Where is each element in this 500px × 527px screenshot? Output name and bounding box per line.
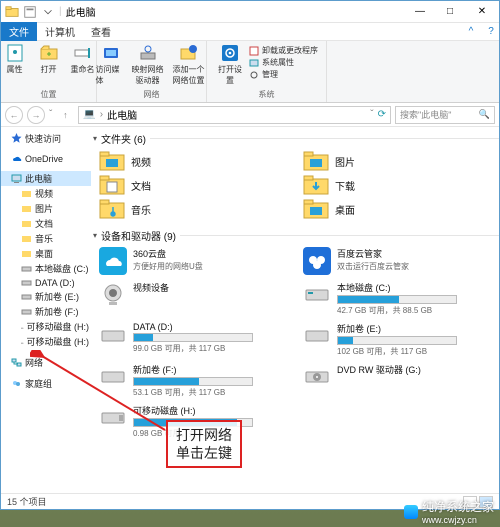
explorer-icon <box>5 5 19 19</box>
nav-network[interactable]: 网络 <box>1 355 91 370</box>
group-folders[interactable]: ▾ 文件夹 (6) <box>93 129 499 148</box>
ribbon-open-label: 打开 <box>41 64 57 75</box>
ribbon-uninstall-button[interactable]: 卸载或更改程序 <box>249 45 318 56</box>
window-title: 此电脑 <box>62 4 405 19</box>
explorer-window: | 此电脑 — □ ✕ 文件 计算机 查看 ^ ? 属性 打开 <box>0 0 500 510</box>
tab-computer[interactable]: 计算机 <box>37 22 83 41</box>
watermark-title: 纯净系统之家 <box>422 498 494 515</box>
nav-desktop[interactable]: 桌面 <box>1 246 91 261</box>
ribbon: 属性 打开 重命名 位置 访问媒体 <box>1 41 499 103</box>
tab-view[interactable]: 查看 <box>83 22 119 41</box>
nav-this-pc[interactable]: 此电脑 <box>1 171 91 186</box>
folder-downloads[interactable]: 下载 <box>303 174 499 196</box>
nav-onedrive[interactable]: OneDrive <box>1 152 91 165</box>
device-360cloud[interactable]: 360云盘方便好用的网络U盘 <box>99 247 295 275</box>
ribbon-open-settings-label: 打开设置 <box>215 64 245 86</box>
ribbon-sysprops-button[interactable]: 系统属性 <box>249 57 318 68</box>
ribbon-map-drive-label: 映射网络驱动器 <box>130 64 166 86</box>
main-pane: ▾ 文件夹 (6) 视频 图片 文档 下载 音乐 桌面 ▾ 设备和驱动器 (9) <box>91 127 499 493</box>
folder-videos[interactable]: 视频 <box>99 150 295 172</box>
ribbon-tabs: 文件 计算机 查看 ^ ? <box>1 23 499 41</box>
ribbon-group-location: 位置 <box>5 89 92 100</box>
usage-bar <box>133 377 253 386</box>
folder-pictures[interactable]: 图片 <box>303 150 499 172</box>
usage-bar <box>337 295 457 304</box>
ribbon-media-button[interactable]: 访问媒体 <box>96 43 126 86</box>
annotation-line2: 单击左键 <box>176 444 232 462</box>
ribbon-group-system: 系统 <box>211 89 322 100</box>
nav-homegroup[interactable]: 家庭组 <box>1 376 91 391</box>
nav-drive-removable-h[interactable]: 可移动磁盘 (H:) <box>1 334 91 349</box>
ribbon-media-label: 访问媒体 <box>96 64 126 86</box>
ribbon-open-settings-button[interactable]: 打开设置 <box>215 43 245 86</box>
address-field[interactable]: 💻 › 此电脑 ˇ ⟳ <box>78 106 391 124</box>
device-drive-f[interactable]: 新加卷 (F:)53.1 GB 可用，共 117 GB <box>99 363 295 398</box>
ribbon-manage-button[interactable]: 管理 <box>249 69 318 80</box>
breadcrumb-chev[interactable]: › <box>100 109 103 120</box>
chevron-down-icon: ▾ <box>93 134 97 143</box>
ribbon-collapse-button[interactable]: ^ <box>463 26 479 37</box>
title-bar: | 此电脑 — □ ✕ <box>1 1 499 23</box>
folder-music[interactable]: 音乐 <box>99 198 295 220</box>
usage-bar <box>337 336 457 345</box>
nav-back-button[interactable]: ← <box>5 106 23 124</box>
breadcrumb-thispc[interactable]: 此电脑 <box>107 107 137 122</box>
nav-drive-f[interactable]: 新加卷 (F:) <box>1 304 91 319</box>
device-baidu-cloud[interactable]: 百度云管家双击运行百度云管家 <box>303 247 499 275</box>
search-placeholder: 搜索"此电脑" <box>400 108 475 121</box>
qat-properties-icon[interactable] <box>23 5 37 19</box>
nav-pictures[interactable]: 图片 <box>1 201 91 216</box>
device-drive-c[interactable]: 本地磁盘 (C:)42.7 GB 可用，共 88.5 GB <box>303 281 499 316</box>
close-button[interactable]: ✕ <box>465 2 499 22</box>
chevron-down-icon: ▾ <box>93 231 97 240</box>
group-devices[interactable]: ▾ 设备和驱动器 (9) <box>93 226 499 245</box>
device-drive-d[interactable]: DATA (D:)99.0 GB 可用，共 117 GB <box>99 322 295 357</box>
watermark-logo-icon <box>404 505 418 519</box>
ribbon-map-drive-button[interactable]: 映射网络驱动器 <box>130 43 166 86</box>
nav-pane: 快速访问 OneDrive 此电脑 视频 图片 文档 音乐 桌面 本地磁盘 (C… <box>1 127 91 493</box>
address-dropdown-icon[interactable]: ˇ <box>370 109 373 120</box>
device-video[interactable]: 视频设备 <box>99 281 295 316</box>
tab-file[interactable]: 文件 <box>1 22 37 41</box>
minimize-button[interactable]: — <box>405 2 435 22</box>
ribbon-add-netloc-button[interactable]: 添加一个网络位置 <box>170 43 208 86</box>
nav-drive-h[interactable]: 可移动磁盘 (H:) <box>1 319 91 334</box>
device-drive-e[interactable]: 新加卷 (E:)102 GB 可用，共 117 GB <box>303 322 499 357</box>
status-item-count: 15 个项目 <box>7 495 47 508</box>
nav-music[interactable]: 音乐 <box>1 231 91 246</box>
annotation-callout: 打开网络 单击左键 <box>166 420 242 468</box>
ribbon-rename-label: 重命名 <box>71 64 95 75</box>
ribbon-rename-button[interactable]: 重命名 <box>68 43 98 75</box>
device-dvd-drive[interactable]: DVD RW 驱动器 (G:) <box>303 363 499 398</box>
search-input[interactable]: 搜索"此电脑" 🔍 <box>395 106 495 124</box>
thispc-icon: 💻 <box>83 109 95 120</box>
ribbon-group-network: 网络 <box>101 89 202 100</box>
watermark-url: www.cwjzy.cn <box>422 515 494 525</box>
help-button[interactable]: ? <box>483 26 499 37</box>
nav-drive-c[interactable]: 本地磁盘 (C:) <box>1 261 91 276</box>
nav-drive-d[interactable]: DATA (D:) <box>1 276 91 289</box>
ribbon-open-button[interactable]: 打开 <box>34 43 64 75</box>
nav-recents-button[interactable]: ˇ <box>49 109 52 120</box>
annotation-line1: 打开网络 <box>176 426 232 444</box>
nav-forward-button[interactable]: → <box>27 106 45 124</box>
watermark: 纯净系统之家 www.cwjzy.cn <box>404 498 494 525</box>
address-bar: ← → ˇ ↑ 💻 › 此电脑 ˇ ⟳ 搜索"此电脑" 🔍 <box>1 103 499 127</box>
maximize-button[interactable]: □ <box>435 2 465 22</box>
nav-up-button[interactable]: ↑ <box>56 106 74 124</box>
usage-bar <box>133 333 253 342</box>
nav-documents[interactable]: 文档 <box>1 216 91 231</box>
nav-quick-access[interactable]: 快速访问 <box>1 131 91 146</box>
folder-documents[interactable]: 文档 <box>99 174 295 196</box>
ribbon-properties-button[interactable]: 属性 <box>0 43 30 75</box>
nav-videos[interactable]: 视频 <box>1 186 91 201</box>
nav-drive-e[interactable]: 新加卷 (E:) <box>1 289 91 304</box>
ribbon-properties-label: 属性 <box>7 64 23 75</box>
folder-desktop[interactable]: 桌面 <box>303 198 499 220</box>
qat-dropdown-icon[interactable] <box>41 5 55 19</box>
search-icon: 🔍 <box>479 109 490 120</box>
ribbon-add-netloc-label: 添加一个网络位置 <box>170 64 208 86</box>
refresh-button[interactable]: ⟳ <box>378 109 386 120</box>
